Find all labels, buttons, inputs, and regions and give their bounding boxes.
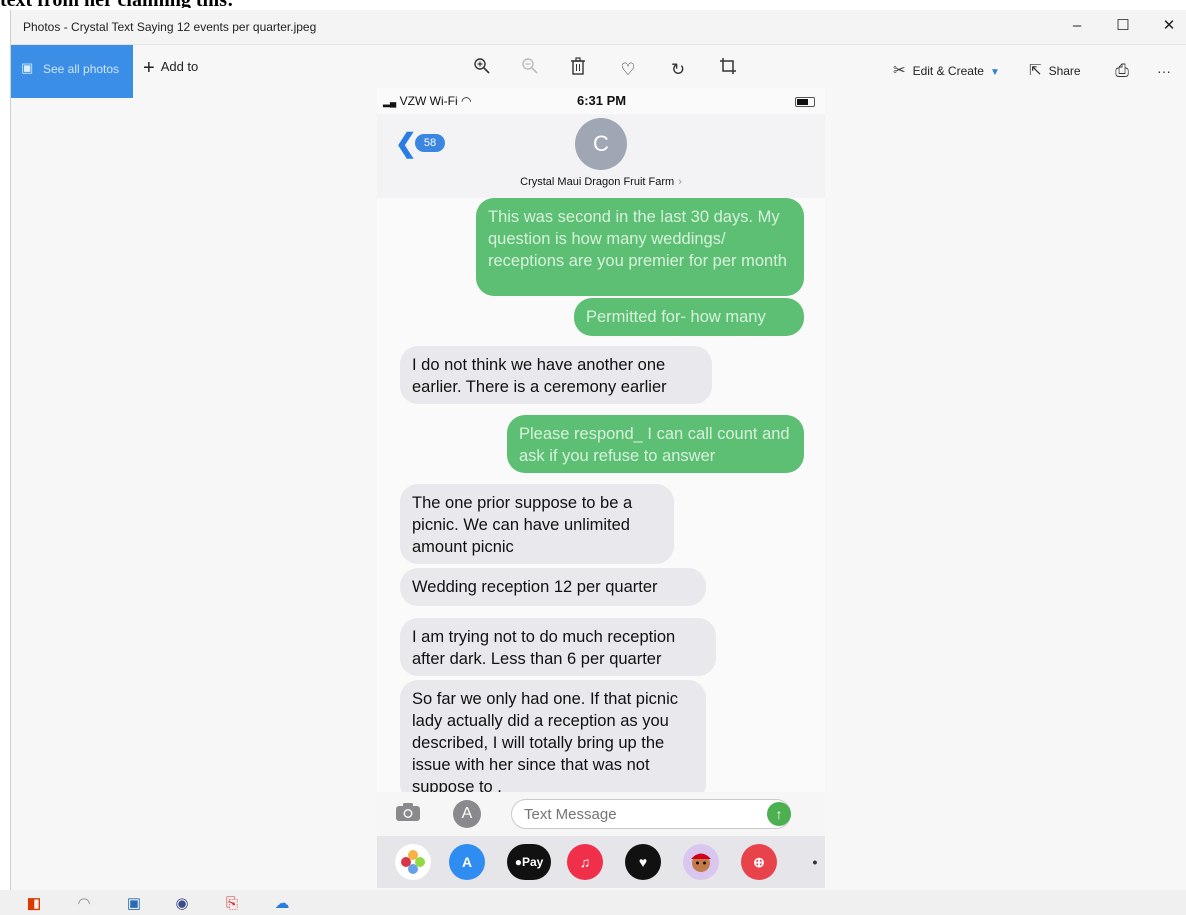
title-bar: Photos - Crystal Text Saying 12 events p… — [11, 10, 1186, 45]
favorite-icon[interactable]: ♡ — [615, 57, 641, 83]
rotate-icon[interactable]: ↻ — [665, 57, 691, 83]
phone-screenshot: ▂▄ VZW Wi-Fi ◠ 6:31 PM ❮ 58 C Crystal Ma… — [377, 88, 825, 888]
cloud-icon[interactable]: ☁ — [272, 894, 292, 914]
message-bubble-incoming[interactable]: The one prior suppose to be a picnic. We… — [400, 484, 674, 564]
office-icon[interactable]: ◧ — [24, 894, 44, 914]
plus-icon: + — [143, 57, 155, 79]
message-bubble-incoming[interactable]: Wedding reception 12 per quarter — [400, 568, 706, 606]
zoom-out-icon[interactable] — [517, 57, 543, 83]
edit-create-button[interactable]: ✂ Edit & Create ▼ — [893, 61, 1000, 79]
music-app-icon[interactable]: ♫ — [567, 844, 603, 880]
edit-create-label: Edit & Create — [912, 64, 984, 78]
message-bubble-outgoing[interactable]: This was second in the last 30 days. My … — [476, 198, 804, 296]
heart-app-icon[interactable]: ♥ — [625, 844, 661, 880]
message-bubble-incoming[interactable]: I am trying not to do much reception aft… — [400, 618, 716, 676]
imessage-app-strip: A ●Pay ♫ ♥ ⊕ • — [377, 836, 825, 888]
photos-taskbar-icon[interactable]: ▣ — [124, 894, 144, 914]
share-label: Share — [1048, 64, 1081, 78]
minimize-button[interactable]: – — [1055, 12, 1099, 40]
document-caption: text from her claiming this: — [0, 0, 1186, 8]
delete-icon[interactable] — [565, 57, 591, 83]
message-input[interactable] — [511, 799, 791, 829]
add-to-label: Add to — [160, 59, 199, 74]
print-icon[interactable]: ⎙ — [1109, 58, 1135, 84]
window-title: Photos - Crystal Text Saying 12 events p… — [23, 20, 317, 34]
search-web-icon[interactable]: ⊕ — [741, 844, 777, 880]
taskbar: ◧ ◠ ▣ ◉ ⎘ ☁ — [0, 890, 1186, 915]
photos-app-icon[interactable] — [395, 844, 431, 880]
more-apps-icon[interactable]: • — [797, 844, 825, 880]
message-composer: A ↑ — [377, 792, 825, 836]
memoji-app-icon[interactable] — [683, 844, 719, 880]
add-to-button[interactable]: + Add to — [143, 57, 198, 80]
close-button[interactable]: ✕ — [1147, 12, 1186, 40]
apple-pay-label: Pay — [521, 855, 544, 869]
see-all-photos-label: See all photos — [43, 62, 120, 76]
edit-create-icon: ✂ — [893, 62, 906, 79]
app-store-icon[interactable]: A — [449, 844, 485, 880]
maximize-button[interactable]: ☐ — [1101, 12, 1145, 40]
message-bubble-incoming[interactable]: So far we only had one. If that picnic l… — [400, 680, 706, 802]
send-button[interactable]: ↑ — [767, 802, 791, 826]
message-bubble-incoming[interactable]: I do not think we have another one earli… — [400, 346, 712, 404]
message-bubble-outgoing[interactable]: Permitted for- how many — [574, 298, 804, 336]
photos-icon: ▣ — [21, 60, 34, 75]
app-store-drawer-icon[interactable]: A — [453, 800, 481, 828]
apple-pay-icon[interactable]: ●Pay — [507, 844, 551, 880]
see-all-photos-button[interactable]: ▣ See all photos — [11, 45, 133, 98]
message-bubble-outgoing[interactable]: Please respond_ I can call count and ask… — [507, 415, 804, 473]
share-button[interactable]: ⇱ Share — [1029, 61, 1081, 79]
chevron-down-icon: ▼ — [989, 67, 1000, 78]
zoom-in-icon[interactable] — [469, 57, 495, 83]
camera-taskbar-icon[interactable]: ◉ — [172, 894, 192, 914]
camera-icon[interactable] — [395, 802, 421, 828]
crop-icon[interactable] — [715, 57, 741, 83]
share-icon: ⇱ — [1029, 62, 1042, 79]
wifi-tray-icon[interactable]: ◠ — [74, 894, 94, 914]
more-options-button[interactable]: ··· — [1151, 58, 1177, 84]
pdf-icon[interactable]: ⎘ — [222, 894, 242, 914]
message-list: This was second in the last 30 days. My … — [377, 88, 825, 888]
apple-logo-icon: ● — [514, 855, 522, 869]
